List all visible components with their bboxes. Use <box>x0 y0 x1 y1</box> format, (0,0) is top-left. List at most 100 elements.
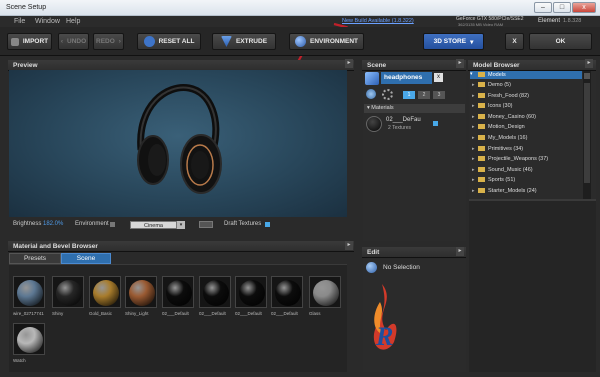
material-swatch[interactable] <box>13 323 45 355</box>
tree-item[interactable]: Projectile_Weapons (37) <box>478 156 548 162</box>
maximize-button[interactable]: □ <box>553 2 571 13</box>
undo-button[interactable]: ‹ UNDO <box>58 33 89 50</box>
material-swatch[interactable] <box>13 276 45 308</box>
tree-root[interactable]: Models <box>478 72 506 78</box>
material-swatch[interactable] <box>52 276 84 308</box>
scene-tab-1[interactable]: 1 <box>403 91 415 99</box>
scene-material-name[interactable]: 02___DeFau <box>386 117 421 123</box>
window-title: Scene Setup <box>6 4 47 11</box>
material-thumbnail[interactable] <box>366 116 382 132</box>
tree-item[interactable]: Sound_Music (46) <box>478 167 533 173</box>
tree-item[interactable]: Icons (30) <box>478 103 512 109</box>
edit-title: Edit <box>367 249 380 256</box>
material-sphere-icon <box>239 280 265 306</box>
edit-header: Edit <box>362 247 466 258</box>
ok-button[interactable]: OK <box>529 33 592 50</box>
material-swatch[interactable] <box>89 276 121 308</box>
menu-window[interactable]: Window <box>35 18 60 25</box>
tree-expand-icon[interactable]: ▸ <box>472 82 475 88</box>
material-visibility-checkbox[interactable] <box>433 121 438 126</box>
environment-button[interactable]: ENVIRONMENT <box>289 33 364 50</box>
tab-presets[interactable]: Presets <box>9 253 61 264</box>
scene-expand-arrow-icon[interactable]: ▸ <box>456 59 464 68</box>
tree-item[interactable]: Money_Casino (60) <box>478 114 536 120</box>
tree-item[interactable]: Primitives (34) <box>478 146 523 152</box>
material-swatch[interactable] <box>309 276 341 308</box>
environment-select[interactable]: Cinema <box>130 221 177 229</box>
tree-expand-icon[interactable]: ▸ <box>472 135 475 141</box>
tree-item[interactable]: Starter_Models (24) <box>478 188 537 194</box>
tree-item[interactable]: Sports (51) <box>478 177 515 183</box>
tree-item[interactable]: My_Models (16) <box>478 135 527 141</box>
tree-expand-icon[interactable]: ▸ <box>472 146 475 152</box>
close-button[interactable]: x <box>572 2 596 13</box>
tree-item[interactable]: Fresh_Food (82) <box>478 93 529 99</box>
undo-icon: ‹ <box>60 38 64 45</box>
tree-item[interactable]: Motion_Design <box>478 124 525 130</box>
tree-expand-icon[interactable]: ▸ <box>472 93 475 99</box>
tab-scene[interactable]: Scene <box>61 253 111 264</box>
material-browser-arrow-icon[interactable]: ▸ <box>345 241 353 250</box>
material-swatch[interactable] <box>235 276 267 308</box>
tree-item-label: Fresh_Food (82) <box>488 92 529 99</box>
draft-textures-label: Draft Textures <box>224 221 262 227</box>
tree-expand-icon[interactable]: ▸ <box>472 177 475 183</box>
menu-help[interactable]: Help <box>66 18 80 25</box>
scene-object-name[interactable]: headphones <box>381 72 432 84</box>
folder-icon <box>478 177 485 183</box>
environment-swatch[interactable] <box>199 221 213 228</box>
redo-button[interactable]: REDO › <box>93 33 124 50</box>
brightness-value[interactable]: 182.0% <box>43 221 63 227</box>
import-button[interactable]: IMPORT <box>7 33 52 50</box>
material-sphere-icon <box>56 280 82 306</box>
material-sphere-icon <box>129 280 155 306</box>
environment-dropdown-icon[interactable]: ▾ <box>177 221 185 229</box>
scene-tab-2[interactable]: 2 <box>418 91 430 99</box>
material-sphere-icon <box>203 280 229 306</box>
gear-icon[interactable] <box>382 89 393 100</box>
sphere-icon[interactable] <box>366 89 376 99</box>
draft-textures-checkbox[interactable] <box>265 222 270 227</box>
tree-expand-icon[interactable]: ▸ <box>472 103 475 109</box>
extrude-icon <box>220 36 232 47</box>
material-browser-title: Material and Bevel Browser <box>13 243 98 250</box>
model-tree-scrollbar[interactable] <box>583 71 591 199</box>
extrude-button[interactable]: EXTRUDE <box>212 33 276 50</box>
model-browser-arrow-icon[interactable]: ▸ <box>585 59 593 68</box>
material-swatch[interactable] <box>125 276 157 308</box>
tree-item[interactable]: Demo (5) <box>478 82 511 88</box>
edit-arrow-icon[interactable]: ▸ <box>456 247 464 256</box>
scroll-thumb[interactable] <box>584 83 590 183</box>
preview-expand-arrow-icon[interactable]: ▸ <box>345 59 353 68</box>
material-swatch[interactable] <box>199 276 231 308</box>
materials-section: ▾ Materials <box>364 104 465 113</box>
material-label: Shiny <box>52 311 64 316</box>
environment-toggle-icon[interactable] <box>110 222 115 227</box>
environment-label: ENVIRONMENT <box>309 38 359 45</box>
tree-expand-icon[interactable]: ▸ <box>472 167 475 173</box>
scene-tab-3[interactable]: 3 <box>433 91 445 99</box>
scene-close-button[interactable]: x <box>434 73 443 82</box>
sphere-icon <box>366 262 377 273</box>
folder-icon <box>478 92 485 98</box>
tree-expand-icon[interactable]: ▸ <box>472 124 475 130</box>
scroll-up-icon[interactable] <box>584 73 590 79</box>
tree-expand-icon[interactable]: ▸ <box>472 114 475 120</box>
cancel-button[interactable]: X <box>505 33 524 50</box>
tree-root-caret-icon[interactable]: ▾ <box>470 71 473 77</box>
material-swatch[interactable] <box>162 276 194 308</box>
material-swatch[interactable] <box>271 276 303 308</box>
menu-file[interactable]: File <box>14 18 25 25</box>
3d-store-label: 3D STORE <box>433 38 467 45</box>
3d-store-button[interactable]: 3D STORE ▾ <box>423 33 484 50</box>
model-browser-header: Model Browser <box>468 60 596 71</box>
folder-icon <box>478 166 485 172</box>
minimize-button[interactable]: – <box>534 2 552 13</box>
tree-expand-icon[interactable]: ▸ <box>472 188 475 194</box>
reset-all-button[interactable]: RESET ALL <box>137 33 201 50</box>
material-label: 02___Default <box>162 311 189 316</box>
tree-expand-icon[interactable]: ▸ <box>472 156 475 162</box>
preview-viewport[interactable] <box>9 70 347 217</box>
material-label: Watch <box>13 358 26 363</box>
material-label: Gold_Basic <box>89 311 113 316</box>
